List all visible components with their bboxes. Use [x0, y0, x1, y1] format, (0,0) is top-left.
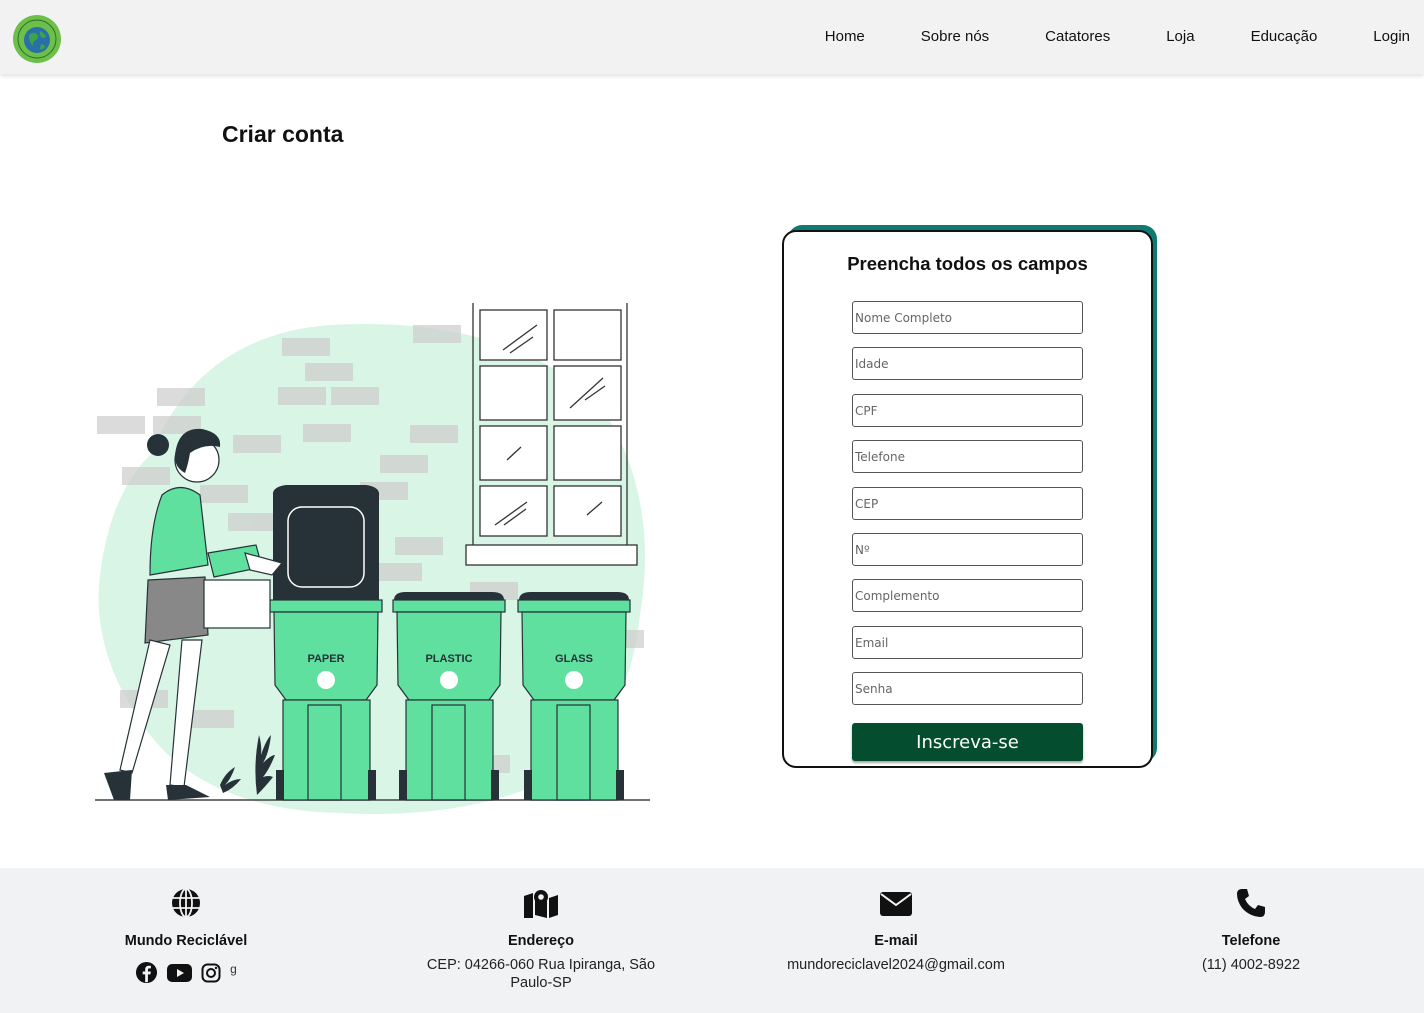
- nav-about[interactable]: Sobre nós: [921, 28, 989, 45]
- email-field[interactable]: [852, 626, 1083, 659]
- plastic-bin-label: PLASTIC: [425, 653, 472, 665]
- social-links: g: [86, 961, 286, 984]
- footer-address-text: CEP: 04266-060 Rua Ipiranga, São Paulo-S…: [426, 957, 656, 991]
- age-field[interactable]: [852, 347, 1083, 380]
- footer-address-title: Endereço: [507, 933, 575, 949]
- page-title: Criar conta: [222, 121, 344, 147]
- phone-icon: [1236, 888, 1266, 923]
- form-title: Preencha todos os campos: [847, 253, 1088, 274]
- envelope-icon: [880, 892, 912, 921]
- phone-field[interactable]: [852, 440, 1083, 473]
- password-field[interactable]: [852, 672, 1083, 705]
- paper-bin-label: PAPER: [307, 653, 344, 665]
- footer: Mundo Reciclável g Endereço CEP: 04266-0…: [0, 868, 1424, 1013]
- footer-email-address[interactable]: mundoreciclavel2024@gmail.com: [766, 956, 1026, 974]
- footer-phone-number[interactable]: (11) 4002-8922: [1151, 956, 1351, 974]
- number-field[interactable]: [852, 533, 1083, 566]
- instagram-icon[interactable]: [201, 963, 221, 983]
- cpf-field[interactable]: [852, 394, 1083, 427]
- complement-field[interactable]: [852, 579, 1083, 612]
- facebook-icon[interactable]: [135, 961, 158, 984]
- nav-education[interactable]: Educação: [1251, 28, 1318, 45]
- nav-store[interactable]: Loja: [1166, 28, 1194, 45]
- globe-icon: [171, 888, 201, 923]
- nav-home[interactable]: Home: [825, 28, 865, 45]
- youtube-icon[interactable]: [167, 963, 193, 982]
- signup-form-card: Preencha todos os campos Inscreva-se: [782, 230, 1153, 768]
- full-name-field[interactable]: [852, 301, 1083, 334]
- cep-field[interactable]: [852, 487, 1083, 520]
- glass-bin-label: GLASS: [555, 653, 593, 665]
- recycling-illustration: PAPER PLASTIC GLASS: [90, 295, 655, 820]
- main-nav: Home Sobre nós Catatores Loja Educação L…: [825, 28, 1410, 45]
- footer-brand-title: Mundo Reciclável: [124, 933, 248, 949]
- footer-phone-title: Telefone: [1221, 933, 1281, 949]
- top-navbar: Home Sobre nós Catatores Loja Educação L…: [0, 0, 1424, 74]
- footer-email-title: E-mail: [874, 933, 918, 949]
- nav-collectors[interactable]: Catatores: [1045, 28, 1110, 45]
- logo[interactable]: [13, 15, 61, 63]
- social-extra-text: g: [230, 961, 237, 976]
- nav-login[interactable]: Login: [1373, 28, 1410, 45]
- signup-button[interactable]: Inscreva-se: [852, 723, 1083, 761]
- map-pin-icon: [524, 888, 558, 923]
